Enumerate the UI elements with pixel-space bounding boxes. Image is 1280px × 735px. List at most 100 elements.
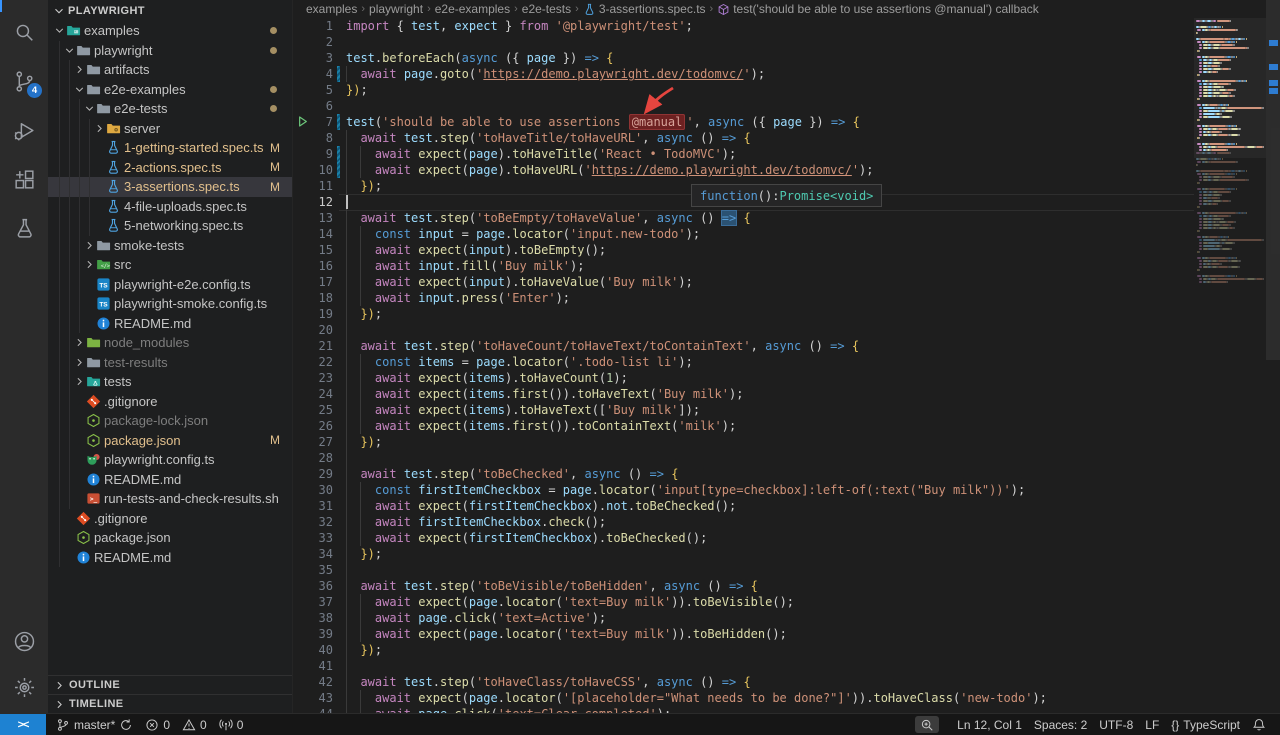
line-number[interactable]: 42 (293, 674, 333, 690)
code-line-15[interactable]: 15 await expect(input).toBeEmpty(); (293, 242, 1194, 258)
activity-testing[interactable] (10, 214, 38, 242)
line-number[interactable]: 37 (293, 594, 333, 610)
code-line-7[interactable]: 7test('should be able to use assertions … (293, 114, 1194, 130)
code-line-2[interactable]: 2 (293, 34, 1194, 50)
tree-item-4-file-uploads-spec-ts[interactable]: 4-file-uploads.spec.ts (48, 197, 292, 217)
status-language-mode[interactable]: {}TypeScript (1165, 714, 1246, 735)
line-number[interactable]: 7 (293, 114, 333, 130)
tree-item-playwright-smoke-config-ts[interactable]: TSplaywright-smoke.config.ts (48, 294, 292, 314)
tree-item-smoke-tests[interactable]: smoke-tests (48, 236, 292, 256)
explorer-section-header[interactable]: PLAYWRIGHT (48, 0, 292, 21)
minimap-slider[interactable] (1194, 18, 1266, 158)
code-line-43[interactable]: 43 await expect(page.locator('[placehold… (293, 690, 1194, 706)
status-zoom-indicator[interactable] (909, 714, 951, 735)
code-line-42[interactable]: 42 await test.step('toHaveClass/toHaveCS… (293, 674, 1194, 690)
timeline-section[interactable]: TIMELINE (48, 694, 292, 713)
tree-item-node-modules[interactable]: node_modules (48, 333, 292, 353)
line-number[interactable]: 35 (293, 562, 333, 578)
line-number[interactable]: 29 (293, 466, 333, 482)
status-cursor-position[interactable]: Ln 12, Col 1 (951, 714, 1028, 735)
code-line-20[interactable]: 20 (293, 322, 1194, 338)
tree-item-artifacts[interactable]: artifacts (48, 60, 292, 80)
line-number[interactable]: 9 (293, 146, 333, 162)
tree-item-readme-md[interactable]: README.md (48, 314, 292, 334)
breadcrumb-item-4[interactable]: 3-assertions.spec.ts (583, 2, 706, 16)
line-number[interactable]: 21 (293, 338, 333, 354)
tree-item-server[interactable]: server (48, 119, 292, 139)
status-problems-errors[interactable]: 0 (139, 714, 176, 735)
code-line-35[interactable]: 35 (293, 562, 1194, 578)
status-eol[interactable]: LF (1139, 714, 1165, 735)
line-number[interactable]: 32 (293, 514, 333, 530)
line-number[interactable]: 22 (293, 354, 333, 370)
tree-item-readme-md[interactable]: README.md (48, 470, 292, 490)
code-line-8[interactable]: 8 await test.step('toHaveTitle/toHaveURL… (293, 130, 1194, 146)
tree-item--gitignore[interactable]: .gitignore (48, 392, 292, 412)
code-line-32[interactable]: 32 await firstItemCheckbox.check(); (293, 514, 1194, 530)
line-number[interactable]: 4 (293, 66, 333, 82)
breadcrumb-item-5[interactable]: test('should be able to use assertions @… (717, 2, 1039, 16)
line-number[interactable]: 16 (293, 258, 333, 274)
line-number[interactable]: 30 (293, 482, 333, 498)
line-number[interactable]: 25 (293, 402, 333, 418)
tree-item-src[interactable]: </>src (48, 255, 292, 275)
code-line-29[interactable]: 29 await test.step('toBeChecked', async … (293, 466, 1194, 482)
tree-item-tests[interactable]: tests (48, 372, 292, 392)
status-ports[interactable]: 0 (213, 714, 250, 735)
line-number[interactable]: 36 (293, 578, 333, 594)
code-line-36[interactable]: 36 await test.step('toBeVisible/toBeHidd… (293, 578, 1194, 594)
code-line-39[interactable]: 39 await expect(page.locator('text=Buy m… (293, 626, 1194, 642)
breadcrumb-item-2[interactable]: e2e-examples (435, 2, 510, 16)
minimap[interactable] (1196, 20, 1264, 284)
breadcrumb-item-3[interactable]: e2e-tests (522, 2, 571, 16)
code-line-40[interactable]: 40 }); (293, 642, 1194, 658)
tree-item-package-json[interactable]: package.jsonM (48, 431, 292, 451)
code-line-22[interactable]: 22 const items = page.locator('.todo-lis… (293, 354, 1194, 370)
scrollbar-slider[interactable] (1266, 0, 1280, 360)
tree-item-playwright-config-ts[interactable]: playwright.config.ts (48, 450, 292, 470)
line-number[interactable]: 18 (293, 290, 333, 306)
activity-settings[interactable] (10, 673, 38, 701)
activity-run-and-debug[interactable] (10, 116, 38, 144)
outline-section[interactable]: OUTLINE (48, 675, 292, 694)
code-line-19[interactable]: 19 }); (293, 306, 1194, 322)
code-line-24[interactable]: 24 await expect(items.first()).toHaveTex… (293, 386, 1194, 402)
line-number[interactable]: 23 (293, 370, 333, 386)
line-number[interactable]: 44 (293, 706, 333, 713)
tree-item-e2e-tests[interactable]: e2e-tests (48, 99, 292, 119)
activity-accounts[interactable] (10, 627, 38, 655)
code-line-44[interactable]: 44 await page.click('text=Clear complete… (293, 706, 1194, 713)
code-line-6[interactable]: 6 (293, 98, 1194, 114)
code-editor[interactable]: 1import { test, expect } from '@playwrig… (293, 18, 1194, 713)
code-line-21[interactable]: 21 await test.step('toHaveCount/toHaveTe… (293, 338, 1194, 354)
code-line-13[interactable]: 13 await test.step('toBeEmpty/toHaveValu… (293, 210, 1194, 226)
line-number[interactable]: 1 (293, 18, 333, 34)
status-indentation[interactable]: Spaces: 2 (1028, 714, 1093, 735)
line-number[interactable]: 19 (293, 306, 333, 322)
line-number[interactable]: 8 (293, 130, 333, 146)
code-line-3[interactable]: 3test.beforeEach(async ({ page }) => { (293, 50, 1194, 66)
line-number[interactable]: 2 (293, 34, 333, 50)
code-line-33[interactable]: 33 await expect(firstItemCheckbox).toBeC… (293, 530, 1194, 546)
code-line-9[interactable]: 9 await expect(page).toHaveTitle('React … (293, 146, 1194, 162)
code-line-25[interactable]: 25 await expect(items).toHaveText(['Buy … (293, 402, 1194, 418)
tree-item-package-lock-json[interactable]: package-lock.json (48, 411, 292, 431)
tree-item-run-tests-and-check-results-sh[interactable]: >_run-tests-and-check-results.sh (48, 489, 292, 509)
status-remote-indicator[interactable]: >< (0, 714, 46, 735)
activity-search[interactable] (10, 18, 38, 46)
code-line-10[interactable]: 10 await expect(page).toHaveURL('https:/… (293, 162, 1194, 178)
code-line-30[interactable]: 30 const firstItemCheckbox = page.locato… (293, 482, 1194, 498)
tree-item-readme-md[interactable]: README.md (48, 548, 292, 568)
line-number[interactable]: 31 (293, 498, 333, 514)
tree-item-examples[interactable]: examples (48, 21, 292, 41)
line-number[interactable]: 3 (293, 50, 333, 66)
code-line-37[interactable]: 37 await expect(page.locator('text=Buy m… (293, 594, 1194, 610)
tree-item--gitignore[interactable]: .gitignore (48, 509, 292, 529)
code-line-34[interactable]: 34 }); (293, 546, 1194, 562)
code-line-26[interactable]: 26 await expect(items.first()).toContain… (293, 418, 1194, 434)
activity-source-control[interactable]: 4 (10, 67, 38, 95)
code-line-28[interactable]: 28 (293, 450, 1194, 466)
tree-item-playwright[interactable]: playwright (48, 41, 292, 61)
line-number[interactable]: 24 (293, 386, 333, 402)
code-line-16[interactable]: 16 await input.fill('Buy milk'); (293, 258, 1194, 274)
